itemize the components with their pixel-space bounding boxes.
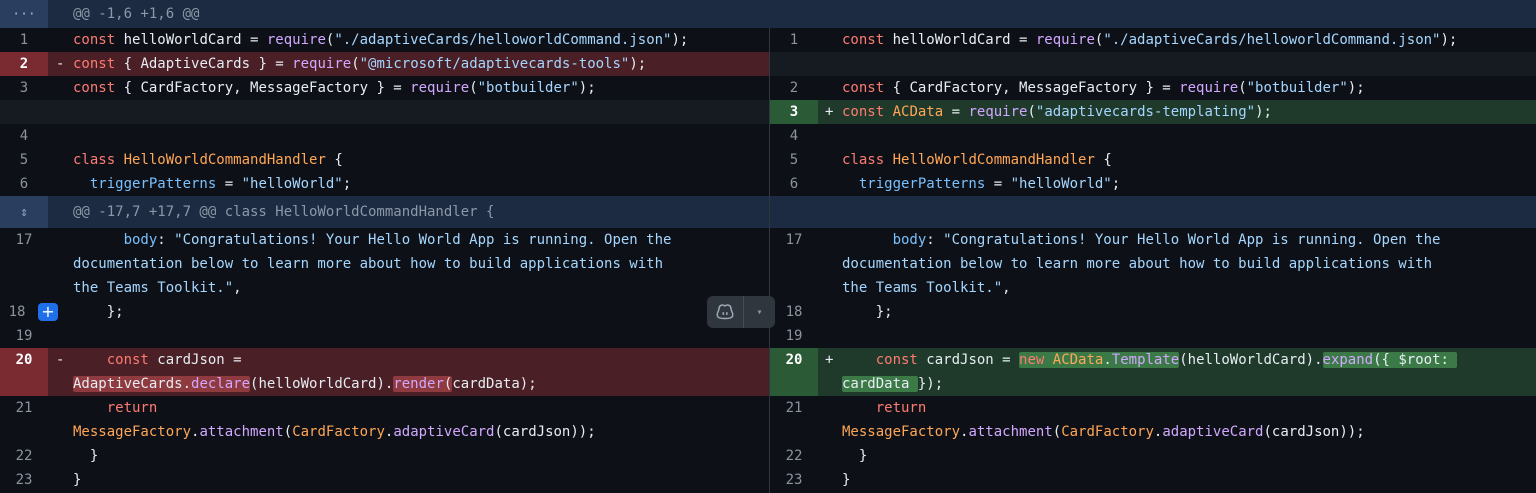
addition-marker: +	[825, 104, 834, 120]
diff-line[interactable]: 19	[0, 324, 769, 348]
line-number[interactable]: 21	[770, 396, 818, 420]
copilot-menu-button[interactable]: ▾	[744, 307, 775, 318]
line-number[interactable]: 20	[0, 348, 48, 396]
code-line: }	[73, 448, 99, 464]
line-number[interactable]: 4	[770, 124, 818, 148]
code-line: const helloWorldCard = require("./adapti…	[73, 32, 689, 48]
line-number[interactable]: 3	[0, 76, 48, 100]
code-line: }	[73, 472, 82, 488]
diff-line[interactable]: 5 class HelloWorldCommandHandler {	[770, 148, 1536, 172]
line-number[interactable]: 22	[0, 444, 48, 468]
diff-line-added[interactable]: 20 + const cardJson = new ACData.Templat…	[770, 348, 1536, 396]
line-number[interactable]: 18	[770, 300, 818, 324]
code-line: const helloWorldCard = require("./adapti…	[842, 32, 1458, 48]
line-number[interactable]: 5	[770, 148, 818, 172]
code-line: const cardJson = AdaptiveCards.declare(h…	[73, 352, 537, 392]
line-number[interactable]: 4	[0, 124, 48, 148]
code-line: }	[842, 472, 851, 488]
line-number[interactable]: 21	[0, 396, 48, 420]
line-number[interactable]: 22	[770, 444, 818, 468]
line-number[interactable]: 1	[0, 28, 48, 52]
line-number[interactable]: 2	[0, 52, 48, 76]
diff-line[interactable]: 21 return MessageFactory.attachment(Card…	[0, 396, 769, 444]
code-line: const cardJson = new ACData.Template(hel…	[842, 352, 1458, 392]
code-line: class HelloWorldCommandHandler {	[842, 152, 1112, 168]
line-number[interactable]: 3	[770, 100, 818, 124]
diff-line-added[interactable]: 3 + const ACData = require("adaptivecard…	[770, 100, 1536, 124]
code-line: class HelloWorldCommandHandler {	[73, 152, 343, 168]
diff-line[interactable]: 23 }	[770, 468, 1536, 492]
diff-line-deleted[interactable]: 20 - const cardJson = AdaptiveCards.decl…	[0, 348, 769, 396]
diff-line[interactable]: 17 body: "Congratulations! Your Hello Wo…	[770, 228, 1536, 300]
line-number[interactable]: 5	[0, 148, 48, 172]
code-line: const { CardFactory, MessageFactory } = …	[73, 80, 596, 96]
code-line: triggerPatterns = "helloWorld";	[858, 176, 1121, 192]
diff-line[interactable]: 4	[0, 124, 769, 148]
diff-line[interactable]: 17 body: "Congratulations! Your Hello Wo…	[0, 228, 769, 300]
line-number[interactable]: 19	[770, 324, 818, 348]
copilot-button[interactable]	[707, 296, 744, 328]
line-number[interactable]: 6	[0, 172, 48, 196]
copilot-icon	[716, 304, 734, 320]
split-diff-view: ··· @@ -1,6 +1,6 @@ ⇕ @@ -17,7 +17,7 @@ …	[0, 0, 1536, 493]
diff-line[interactable]: 21 return MessageFactory.attachment(Card…	[770, 396, 1536, 444]
diff-line[interactable]: 4	[770, 124, 1536, 148]
line-number[interactable]: 6	[770, 172, 818, 196]
code-line: body: "Congratulations! Your Hello World…	[73, 232, 672, 296]
code-line: return MessageFactory.attachment(CardFac…	[73, 400, 596, 440]
diff-line[interactable]: 3 const { CardFactory, MessageFactory } …	[0, 76, 769, 100]
code-line: triggerPatterns = "helloWorld";	[89, 176, 352, 192]
diff-line[interactable]: 1 const helloWorldCard = require("./adap…	[0, 28, 769, 52]
add-comment-button[interactable]: +	[38, 303, 58, 321]
code-line: return MessageFactory.attachment(CardFac…	[842, 400, 1365, 440]
diff-line[interactable]: 23 }	[0, 468, 769, 492]
diff-right-pane: 1 const helloWorldCard = require("./adap…	[770, 0, 1536, 493]
diff-line[interactable]: 22 }	[0, 444, 769, 468]
code-line: body: "Congratulations! Your Hello World…	[842, 232, 1441, 296]
deletion-marker: -	[56, 56, 65, 72]
diff-line[interactable]: 6 triggerPatterns = "helloWorld";	[770, 172, 1536, 196]
diff-line-empty	[770, 52, 1536, 76]
line-number[interactable]: 19	[0, 324, 48, 348]
addition-marker: +	[825, 352, 834, 368]
line-number[interactable]: 23	[770, 468, 818, 492]
line-number[interactable]: 23	[0, 468, 48, 492]
code-line: const { CardFactory, MessageFactory } = …	[842, 80, 1365, 96]
line-number[interactable]: 17	[770, 228, 818, 252]
diff-line-deleted[interactable]: 2 - const { AdaptiveCards } = require("@…	[0, 52, 769, 76]
diff-line[interactable]: 22 }	[770, 444, 1536, 468]
copilot-button-group: ▾	[707, 296, 775, 328]
code-line: }	[842, 448, 868, 464]
deletion-marker: -	[56, 352, 65, 368]
code-line: };	[73, 304, 124, 320]
diff-line-empty	[0, 100, 769, 124]
diff-line[interactable]: 6 triggerPatterns = "helloWorld";	[0, 172, 769, 196]
diff-line[interactable]: 18 };	[0, 300, 769, 324]
line-number[interactable]: 2	[770, 76, 818, 100]
diff-line[interactable]: 1 const helloWorldCard = require("./adap…	[770, 28, 1536, 52]
code-line: const ACData = require("adaptivecards-te…	[842, 104, 1272, 120]
line-number[interactable]: 1	[770, 28, 818, 52]
diff-line[interactable]: 5 class HelloWorldCommandHandler {	[0, 148, 769, 172]
diff-line[interactable]: 2 const { CardFactory, MessageFactory } …	[770, 76, 1536, 100]
code-line: };	[842, 304, 893, 320]
diff-line[interactable]: 19	[770, 324, 1536, 348]
line-number[interactable]: 17	[0, 228, 48, 252]
diff-left-pane: 1 const helloWorldCard = require("./adap…	[0, 0, 769, 493]
diff-line[interactable]: 18 };	[770, 300, 1536, 324]
line-number[interactable]: 18	[0, 300, 34, 324]
code-line: const { AdaptiveCards } = require("@micr…	[73, 56, 647, 72]
line-number[interactable]: 20	[770, 348, 818, 396]
